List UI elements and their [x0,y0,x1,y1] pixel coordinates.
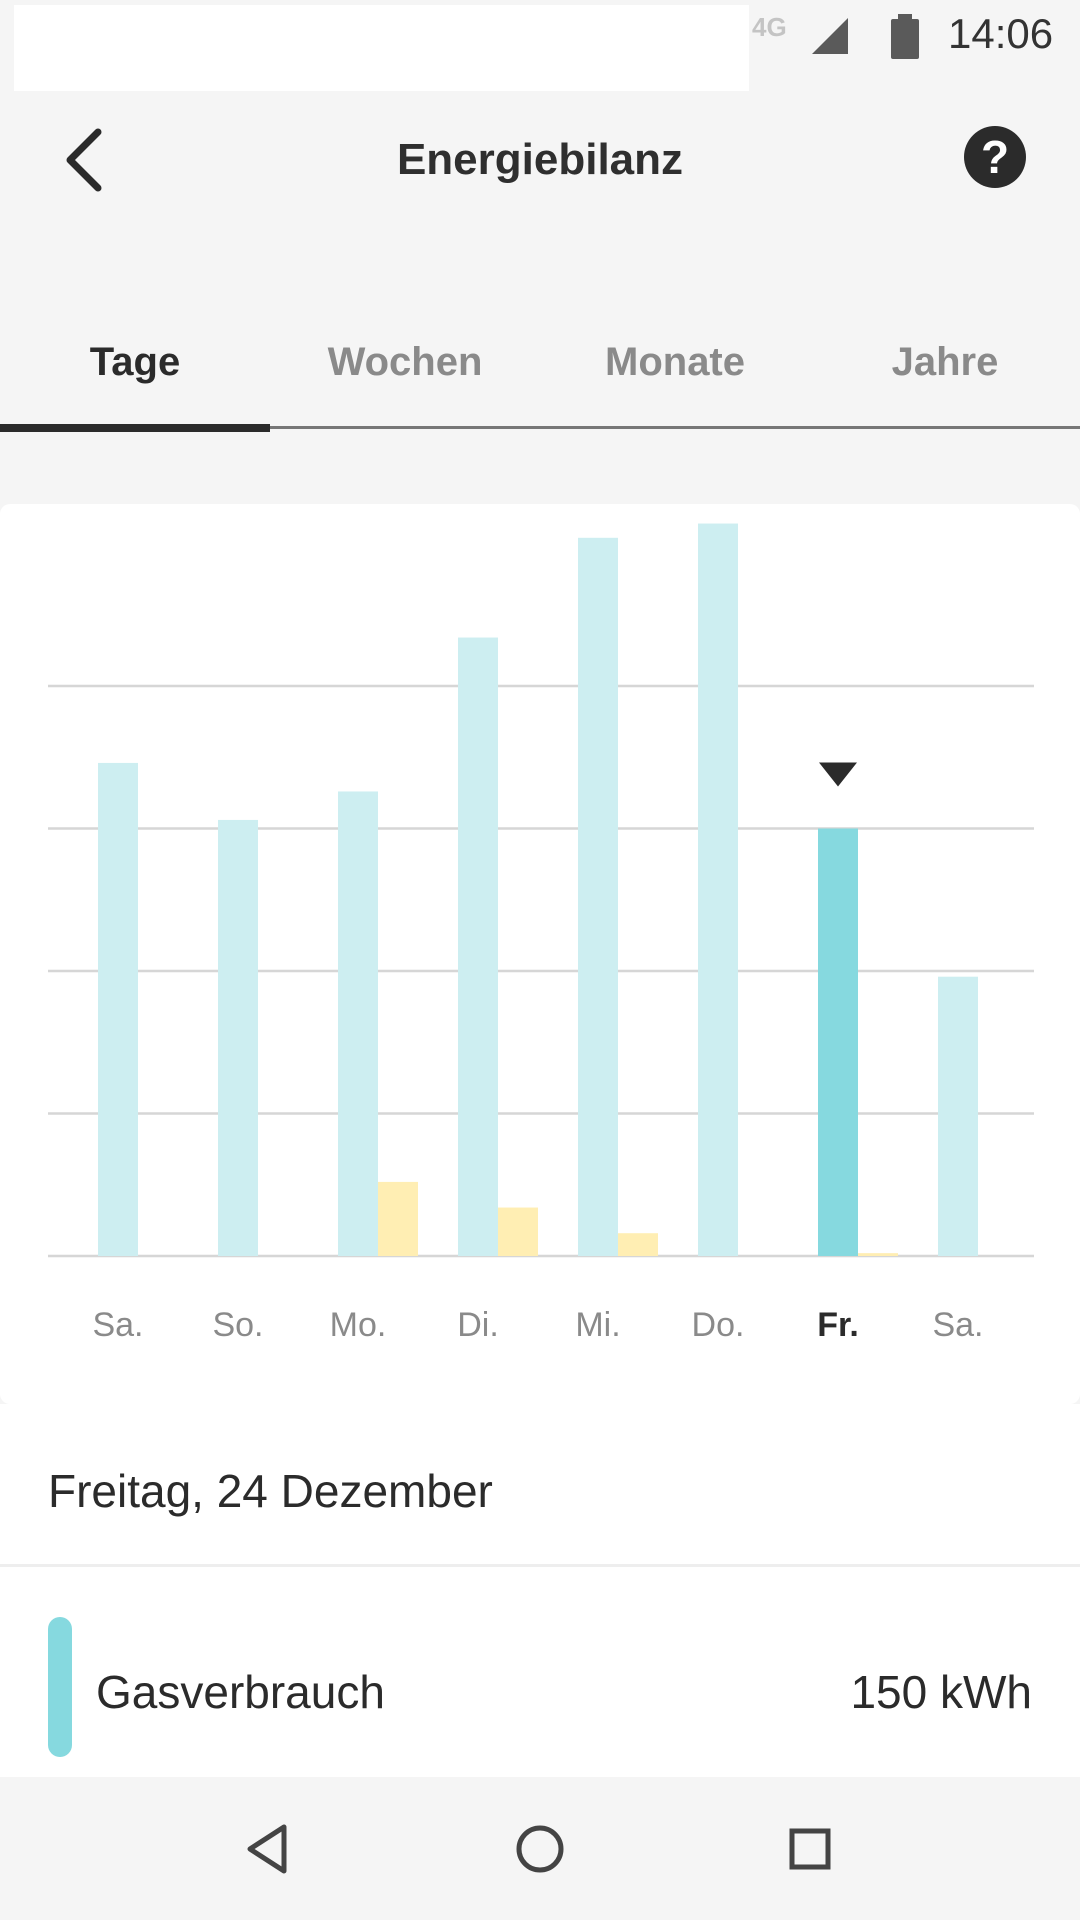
app-bar: Energiebilanz ? [0,100,1080,220]
status-bar: 4G 14:06 [0,0,1080,100]
system-nav-bar [0,1777,1080,1920]
chart-tick-label: Sa. [932,1306,983,1344]
chart-tick-label: Do. [692,1306,745,1344]
clock: 14:06 [948,10,1054,57]
signal-icon [812,18,848,54]
help-icon: ? [980,131,1010,183]
tab-active-indicator [0,424,270,432]
chart-tick-label: Di. [457,1306,499,1344]
nav-recents-button[interactable] [750,1777,870,1920]
back-triangle-icon [247,1824,287,1874]
nav-home-button[interactable] [480,1777,600,1920]
chart-tick-label: Sa. [92,1306,143,1344]
chart-tick-label: Mi. [575,1306,620,1344]
nav-back-button[interactable] [210,1777,330,1920]
date-section: Freitag, 24 Dezember [0,1404,1080,1567]
legend-value: 150 kWh [850,1666,1032,1718]
chart-bar-gas[interactable] [698,523,738,1256]
tab-jahre[interactable]: Jahre [810,320,1080,428]
chart-bar-gas[interactable] [98,762,138,1256]
chart-bar-secondary[interactable] [858,1253,898,1256]
help-button[interactable]: ? [964,126,1026,188]
chart-bar-gas[interactable] [938,976,978,1256]
network-type: 4G [752,12,787,42]
recents-square-icon [789,1828,831,1870]
chart-bar-gas[interactable] [218,819,258,1256]
legend-row-gas: Gasverbrauch 150 kWh [0,1567,1080,1777]
legend-swatch [48,1617,72,1757]
chart-tick-label: Mo. [330,1306,387,1344]
tab-monate[interactable]: Monate [540,320,810,428]
chart-bar-secondary[interactable] [618,1233,658,1256]
notification-area [14,5,749,91]
chart-tick-label: So. [212,1306,263,1344]
period-tabs: Tage Wochen Monate Jahre [0,320,1080,432]
tab-wochen[interactable]: Wochen [270,320,540,428]
chart-tick-label: Fr. [817,1306,859,1344]
chart-bar-gas[interactable] [578,537,618,1256]
selected-date-label: Freitag, 24 Dezember [48,1465,493,1517]
page-title: Energiebilanz [396,135,684,184]
chart-bar-secondary[interactable] [378,1181,418,1256]
chart-card: Sa. So. Mo. Di. Mi. Do. Fr. Sa. [0,504,1080,1404]
chart-bar-gas[interactable] [458,637,498,1256]
tab-tage[interactable]: Tage [0,320,270,428]
selection-marker-icon [819,762,857,787]
chart-bar-secondary[interactable] [498,1207,538,1256]
chart-bar-gas[interactable] [338,791,378,1256]
energy-bar-chart: Sa. So. Mo. Di. Mi. Do. Fr. Sa. [48,523,1034,1344]
battery-icon [891,14,919,59]
home-circle-icon [516,1825,564,1873]
legend-label: Gasverbrauch [96,1666,385,1718]
chart-bar-gas[interactable] [818,828,858,1257]
